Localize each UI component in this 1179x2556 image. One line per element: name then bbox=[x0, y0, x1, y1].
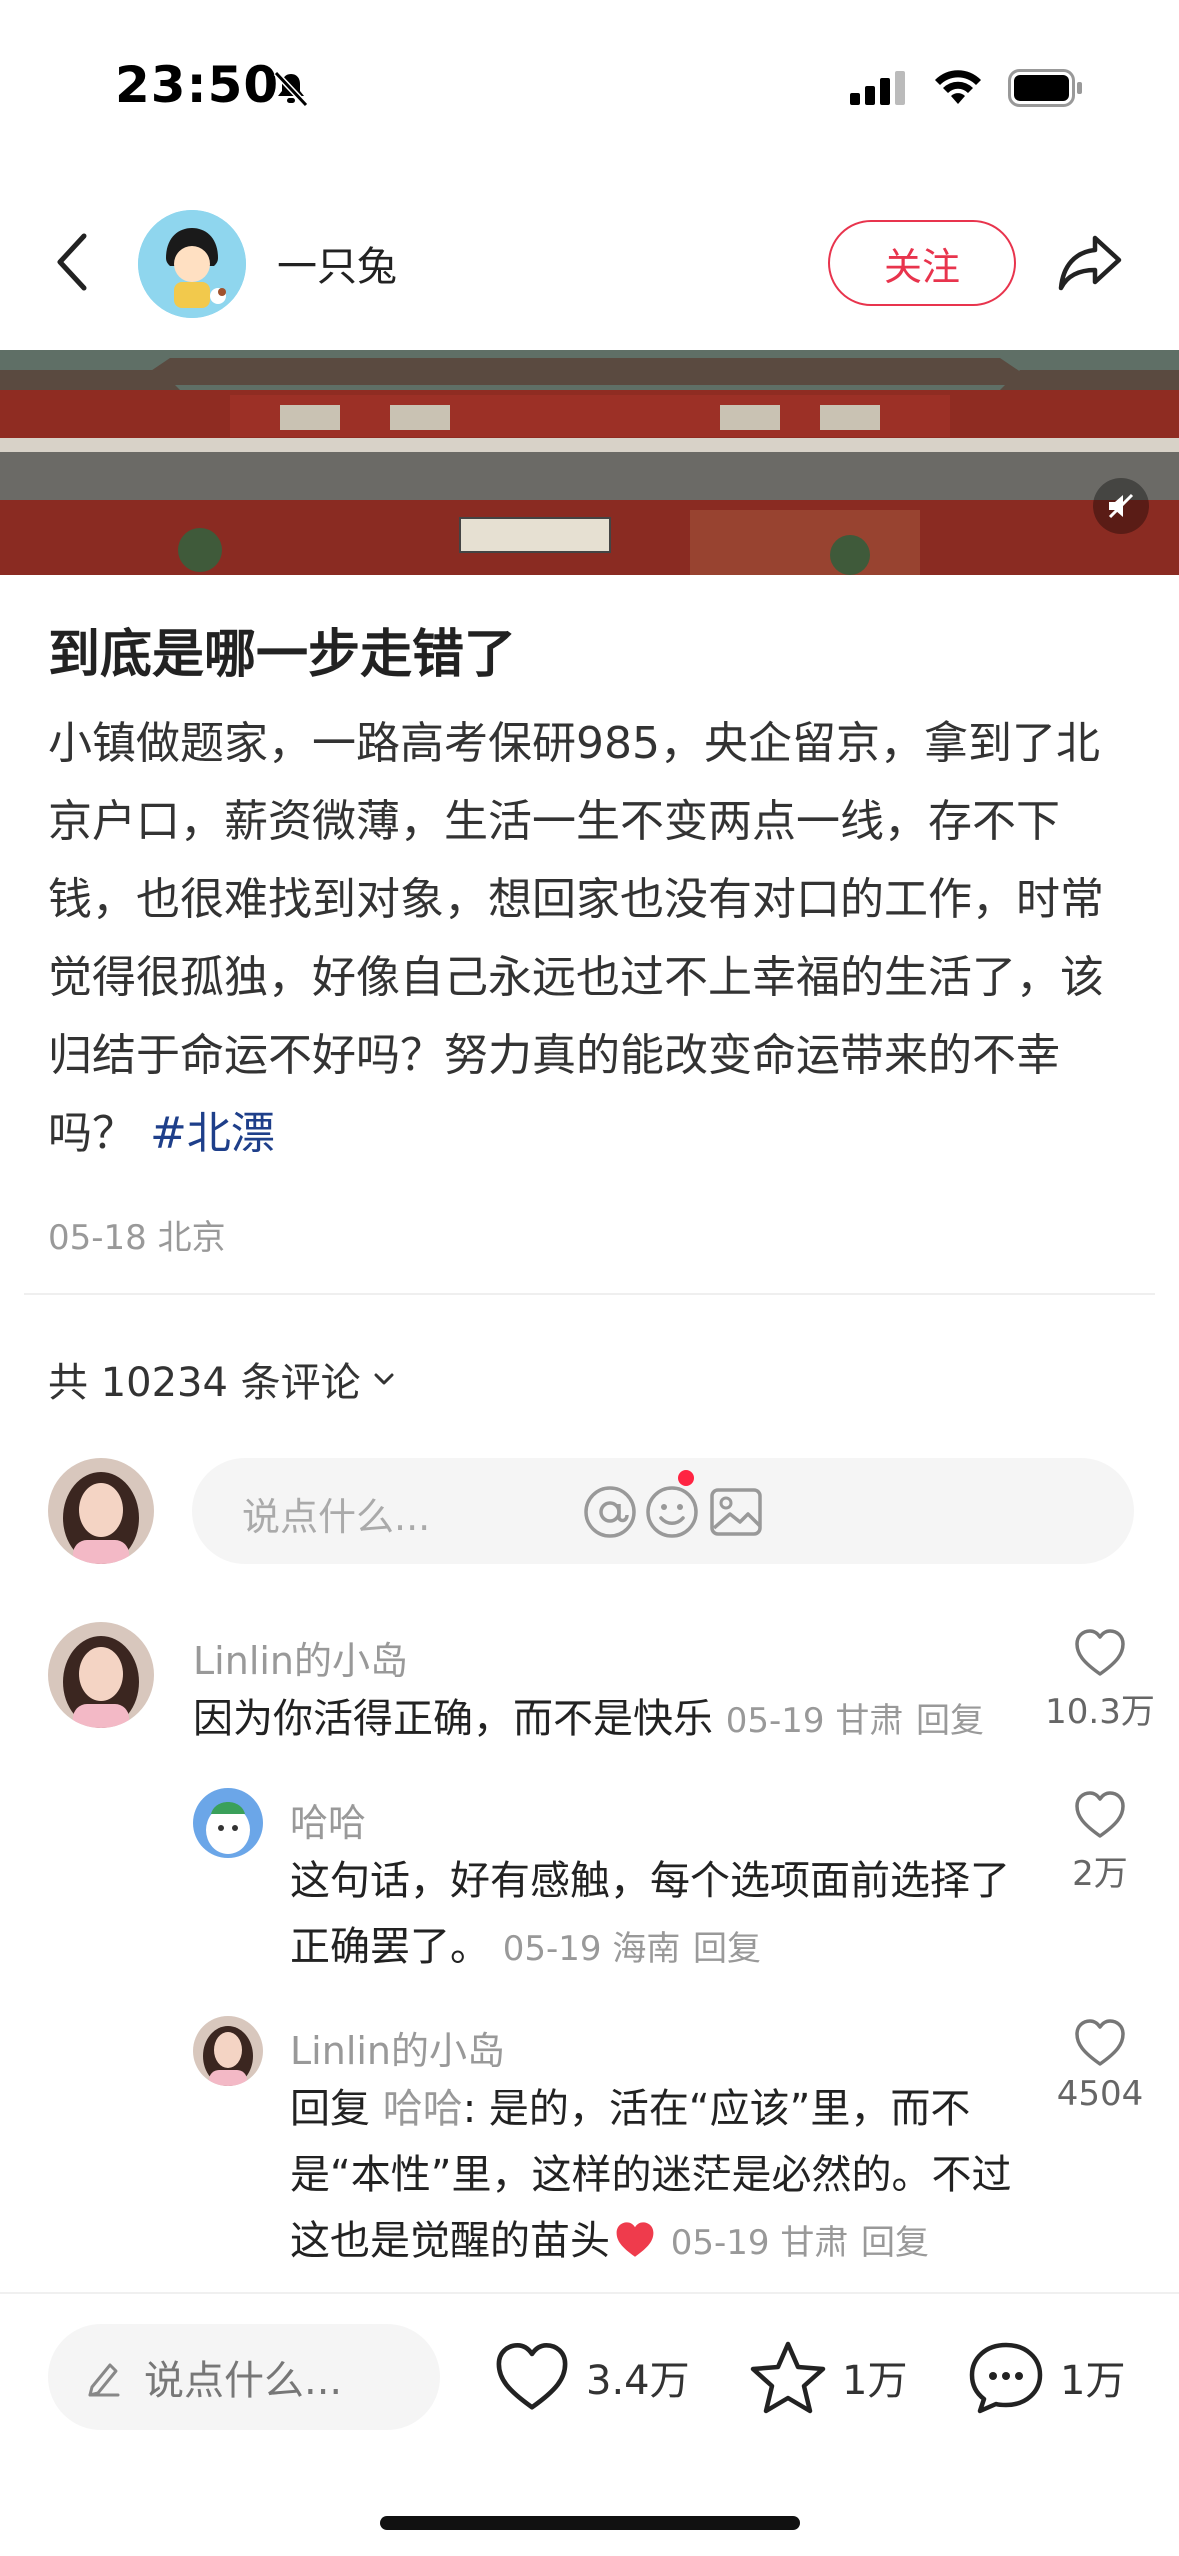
reply-prefix: 回复 bbox=[290, 2086, 370, 2132]
comment-input-placeholder: 说点什么... bbox=[242, 1495, 431, 1539]
commenter-photo bbox=[48, 1622, 154, 1728]
bottom-input-placeholder: 说点什么... bbox=[144, 2358, 343, 2404]
share-icon[interactable] bbox=[1055, 230, 1125, 294]
heart-icon bbox=[1075, 2019, 1125, 2066]
emoji-icon[interactable] bbox=[644, 1484, 700, 1540]
chevron-down-icon bbox=[374, 1373, 394, 1385]
post-body: 小镇做题家，一路高考保研985，央企留京，拿到了北京户口，薪资微薄，生活一生不变… bbox=[48, 705, 1138, 1173]
post-image[interactable] bbox=[0, 350, 1179, 575]
signal-icon bbox=[850, 71, 905, 105]
wifi-icon bbox=[935, 70, 981, 104]
reply-button[interactable]: 回复 bbox=[693, 1929, 761, 1969]
comment-like-count: 2万 bbox=[1072, 1854, 1128, 1894]
comment-meta: 05-19 海南 bbox=[502, 1929, 681, 1969]
user-photo bbox=[48, 1458, 154, 1564]
comment-like-button[interactable]: 10.3万 bbox=[1045, 1628, 1155, 1733]
collect-count: 1万 bbox=[842, 2358, 908, 2404]
bottom-comment-input[interactable]: 说点什么... bbox=[48, 2324, 440, 2430]
image-icon[interactable] bbox=[708, 1484, 764, 1540]
comment-like-button[interactable]: 4504 bbox=[1045, 2018, 1155, 2114]
comment-sort-toggle[interactable]: 共 10234 条评论 bbox=[48, 1350, 397, 1408]
author-avatar-illustration bbox=[138, 210, 246, 318]
author-avatar[interactable] bbox=[138, 210, 246, 318]
heart-icon bbox=[1075, 1791, 1125, 1838]
heart-icon bbox=[1075, 1629, 1125, 1676]
pencil-icon bbox=[88, 2363, 120, 2397]
back-icon[interactable] bbox=[52, 230, 92, 294]
heart-icon bbox=[496, 2343, 568, 2410]
commenter-photo bbox=[193, 2016, 263, 2086]
comment-body: 因为你活得正确，而不是快乐 bbox=[193, 1696, 713, 1742]
comment-meta: 05-19 甘肃 bbox=[670, 2223, 849, 2263]
collect-button[interactable]: 1万 bbox=[748, 2332, 907, 2422]
commenter-avatar[interactable] bbox=[48, 1622, 154, 1728]
commenter-name[interactable]: Linlin的小岛 bbox=[290, 2020, 505, 2075]
author-name[interactable]: 一只兔 bbox=[277, 234, 397, 292]
commenter-name[interactable]: Linlin的小岛 bbox=[193, 1630, 408, 1685]
like-button[interactable]: 3.4万 bbox=[492, 2332, 690, 2422]
bell-muted-icon bbox=[273, 70, 309, 108]
commenter-name[interactable]: 哈哈 bbox=[290, 1792, 366, 1847]
comment-bubble-icon bbox=[969, 2342, 1043, 2414]
at-mention-icon[interactable] bbox=[582, 1484, 638, 1540]
reply-to-name[interactable]: 哈哈 bbox=[383, 2086, 463, 2132]
comment-like-button[interactable]: 2万 bbox=[1045, 1790, 1155, 1895]
comment-total: 1万 bbox=[1060, 2358, 1126, 2404]
status-icons bbox=[850, 66, 1084, 110]
my-avatar bbox=[48, 1458, 154, 1564]
status-bar: 23:50 bbox=[0, 0, 1179, 170]
post-body-text: 小镇做题家，一路高考保研985，央企留京，拿到了北京户口，薪资微薄，生活一生不变… bbox=[48, 718, 1104, 1159]
post-title: 到底是哪一步走错了 bbox=[48, 625, 517, 685]
hashtag-link[interactable]: #北漂 bbox=[150, 1108, 275, 1159]
home-indicator[interactable] bbox=[380, 2516, 800, 2530]
reply-button[interactable]: 回复 bbox=[861, 2223, 929, 2263]
post-meta: 05-18 北京 bbox=[48, 1218, 226, 1258]
notification-dot bbox=[678, 1470, 694, 1486]
comment-meta: 05-19 甘肃 bbox=[725, 1701, 904, 1741]
comment-text: 这句话，好有感触，每个选项面前选择了正确罢了。 05-19 海南 回复 bbox=[290, 1848, 1020, 1982]
commenter-avatar[interactable] bbox=[193, 1788, 263, 1858]
palace-museum-photo bbox=[0, 350, 1179, 575]
comment-text: 回复 哈哈: 是的，活在“应该”里，而不是“本性”里，这样的迷茫是必然的。不过这… bbox=[290, 2076, 1030, 2276]
speaker-muted-icon bbox=[1108, 493, 1134, 519]
commenter-avatar[interactable] bbox=[193, 2016, 263, 2086]
mute-button[interactable] bbox=[1093, 478, 1149, 534]
divider bbox=[24, 1293, 1155, 1295]
comment-input[interactable]: 说点什么... bbox=[192, 1458, 1134, 1564]
comment-like-count: 4504 bbox=[1056, 2074, 1144, 2114]
comment-like-count: 10.3万 bbox=[1045, 1692, 1155, 1732]
reply-button[interactable]: 回复 bbox=[916, 1701, 984, 1741]
red-heart-emoji bbox=[616, 2222, 654, 2257]
comment-count: 共 10234 条评论 bbox=[48, 1360, 361, 1406]
commenter-photo bbox=[193, 1788, 263, 1858]
star-icon bbox=[750, 2341, 826, 2414]
like-count: 3.4万 bbox=[586, 2358, 690, 2404]
follow-button[interactable]: 关注 bbox=[828, 220, 1016, 306]
comment-text: 因为你活得正确，而不是快乐 05-19 甘肃 回复 bbox=[193, 1686, 1053, 1754]
post-header: 一只兔 关注 bbox=[0, 200, 1179, 350]
status-time: 23:50 bbox=[115, 56, 280, 114]
comment-button[interactable]: 1万 bbox=[966, 2332, 1125, 2422]
battery-icon bbox=[1008, 69, 1082, 107]
